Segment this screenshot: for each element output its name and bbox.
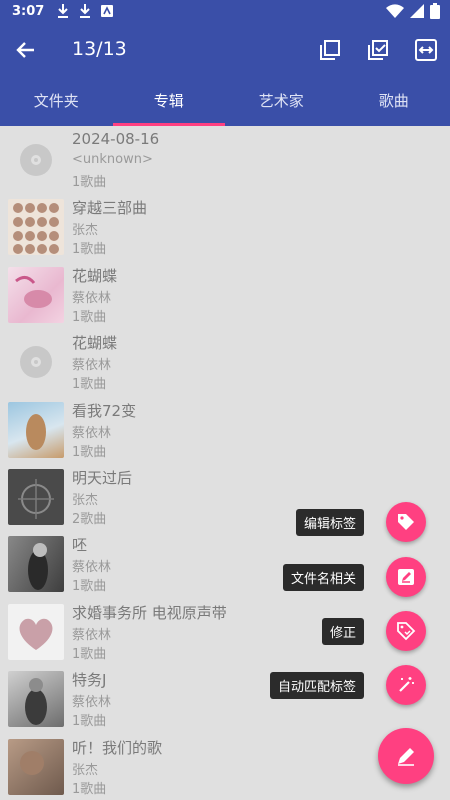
album-count: 2歌曲 (72, 511, 107, 527)
fab-menu-item-filename[interactable]: 文件名相关 (200, 557, 426, 597)
album-title: 穿越三部曲 (72, 199, 148, 218)
album-cover (8, 738, 64, 795)
tab-folders[interactable]: 文件夹 (0, 76, 113, 126)
album-artist: 蔡依林 (72, 290, 112, 306)
album-count: 1歌曲 (72, 714, 107, 730)
album-count: 1歌曲 (72, 646, 107, 662)
swap-icon[interactable] (412, 36, 440, 64)
album-cover (8, 536, 64, 593)
download-icon (78, 3, 92, 19)
album-count: 1歌曲 (72, 444, 107, 460)
edit-file-icon[interactable] (386, 557, 426, 597)
album-title: 特务J (72, 671, 107, 690)
fab-label-fix[interactable]: 修正 (321, 618, 364, 645)
album-title: 花蝴蝶 (72, 266, 118, 285)
album-cover (8, 199, 64, 256)
album-title: 2024-08-16 (72, 130, 160, 148)
tag-icon[interactable] (386, 502, 426, 542)
album-title: 明天过后 (72, 468, 133, 487)
album-count: 1歌曲 (72, 309, 107, 325)
battery-icon (430, 3, 440, 23)
album-count: 1歌曲 (72, 377, 107, 393)
album-cover (8, 266, 64, 323)
album-count: 1歌曲 (72, 781, 107, 797)
album-artist: 蔡依林 (72, 627, 112, 643)
album-title: 花蝴蝶 (72, 334, 118, 353)
main-fab-edit-button[interactable] (378, 728, 434, 784)
album-count: 1歌曲 (72, 175, 107, 190)
disc-placeholder-icon (8, 132, 64, 188)
album-title: 听！我们的歌 (72, 738, 163, 757)
album-artist: 蔡依林 (72, 425, 112, 441)
album-artist: <unknown> (72, 152, 153, 167)
list-item[interactable]: 看我72变 蔡依林 1歌曲 (0, 396, 450, 463)
album-title: 看我72变 (72, 401, 137, 420)
app-bar: 13/13 (0, 24, 450, 76)
album-count: 1歌曲 (72, 242, 107, 258)
album-artist: 蔡依林 (72, 358, 112, 374)
tab-artists[interactable]: 艺术家 (225, 76, 338, 126)
status-time: 3:07 (12, 4, 45, 19)
album-title: 呸 (72, 536, 88, 555)
fab-menu-item-edit-tags[interactable]: 编辑标签 (200, 502, 426, 542)
tab-bar: 文件夹 专辑 艺术家 歌曲 (0, 76, 450, 126)
magic-wand-icon[interactable] (386, 665, 426, 705)
album-cover (8, 671, 64, 728)
notification-icon (100, 3, 114, 19)
fab-label-auto-match[interactable]: 自动匹配标签 (269, 672, 364, 699)
tab-songs[interactable]: 歌曲 (338, 76, 450, 126)
album-cover (8, 468, 64, 525)
wifi-icon (386, 4, 404, 22)
download-icon (56, 3, 70, 19)
album-cover (8, 603, 64, 660)
pen-icon (398, 748, 414, 766)
list-item[interactable]: 2024-08-16 <unknown> 1歌曲 (0, 126, 450, 193)
disc-placeholder-icon (8, 334, 64, 390)
fab-menu-item-auto-match[interactable]: 自动匹配标签 (200, 665, 426, 705)
status-bar: 3:07 (0, 0, 450, 24)
album-artist: 蔡依林 (72, 695, 112, 711)
tab-albums[interactable]: 专辑 (112, 76, 226, 126)
list-item[interactable]: 花蝴蝶 蔡依林 1歌曲 (0, 261, 450, 328)
album-artist: 蔡依林 (72, 560, 112, 576)
fab-label-edit-tags[interactable]: 编辑标签 (295, 509, 364, 536)
list-item[interactable]: 穿越三部曲 张杰 1歌曲 (0, 193, 450, 260)
select-check-icon[interactable] (364, 36, 392, 64)
back-arrow-icon[interactable] (12, 36, 40, 64)
album-cover (8, 401, 64, 458)
album-artist: 张杰 (72, 223, 99, 239)
signal-icon (410, 4, 424, 22)
album-count: 1歌曲 (72, 579, 107, 595)
album-artist: 张杰 (72, 492, 99, 508)
fab-menu-item-fix[interactable]: 修正 (200, 611, 426, 651)
fab-label-filename[interactable]: 文件名相关 (282, 564, 364, 591)
select-copy-icon[interactable] (316, 36, 344, 64)
list-item[interactable]: 花蝴蝶 蔡依林 1歌曲 (0, 328, 450, 395)
album-artist: 张杰 (72, 762, 99, 778)
page-title: 13/13 (72, 38, 127, 60)
tag-fix-icon[interactable] (386, 611, 426, 651)
